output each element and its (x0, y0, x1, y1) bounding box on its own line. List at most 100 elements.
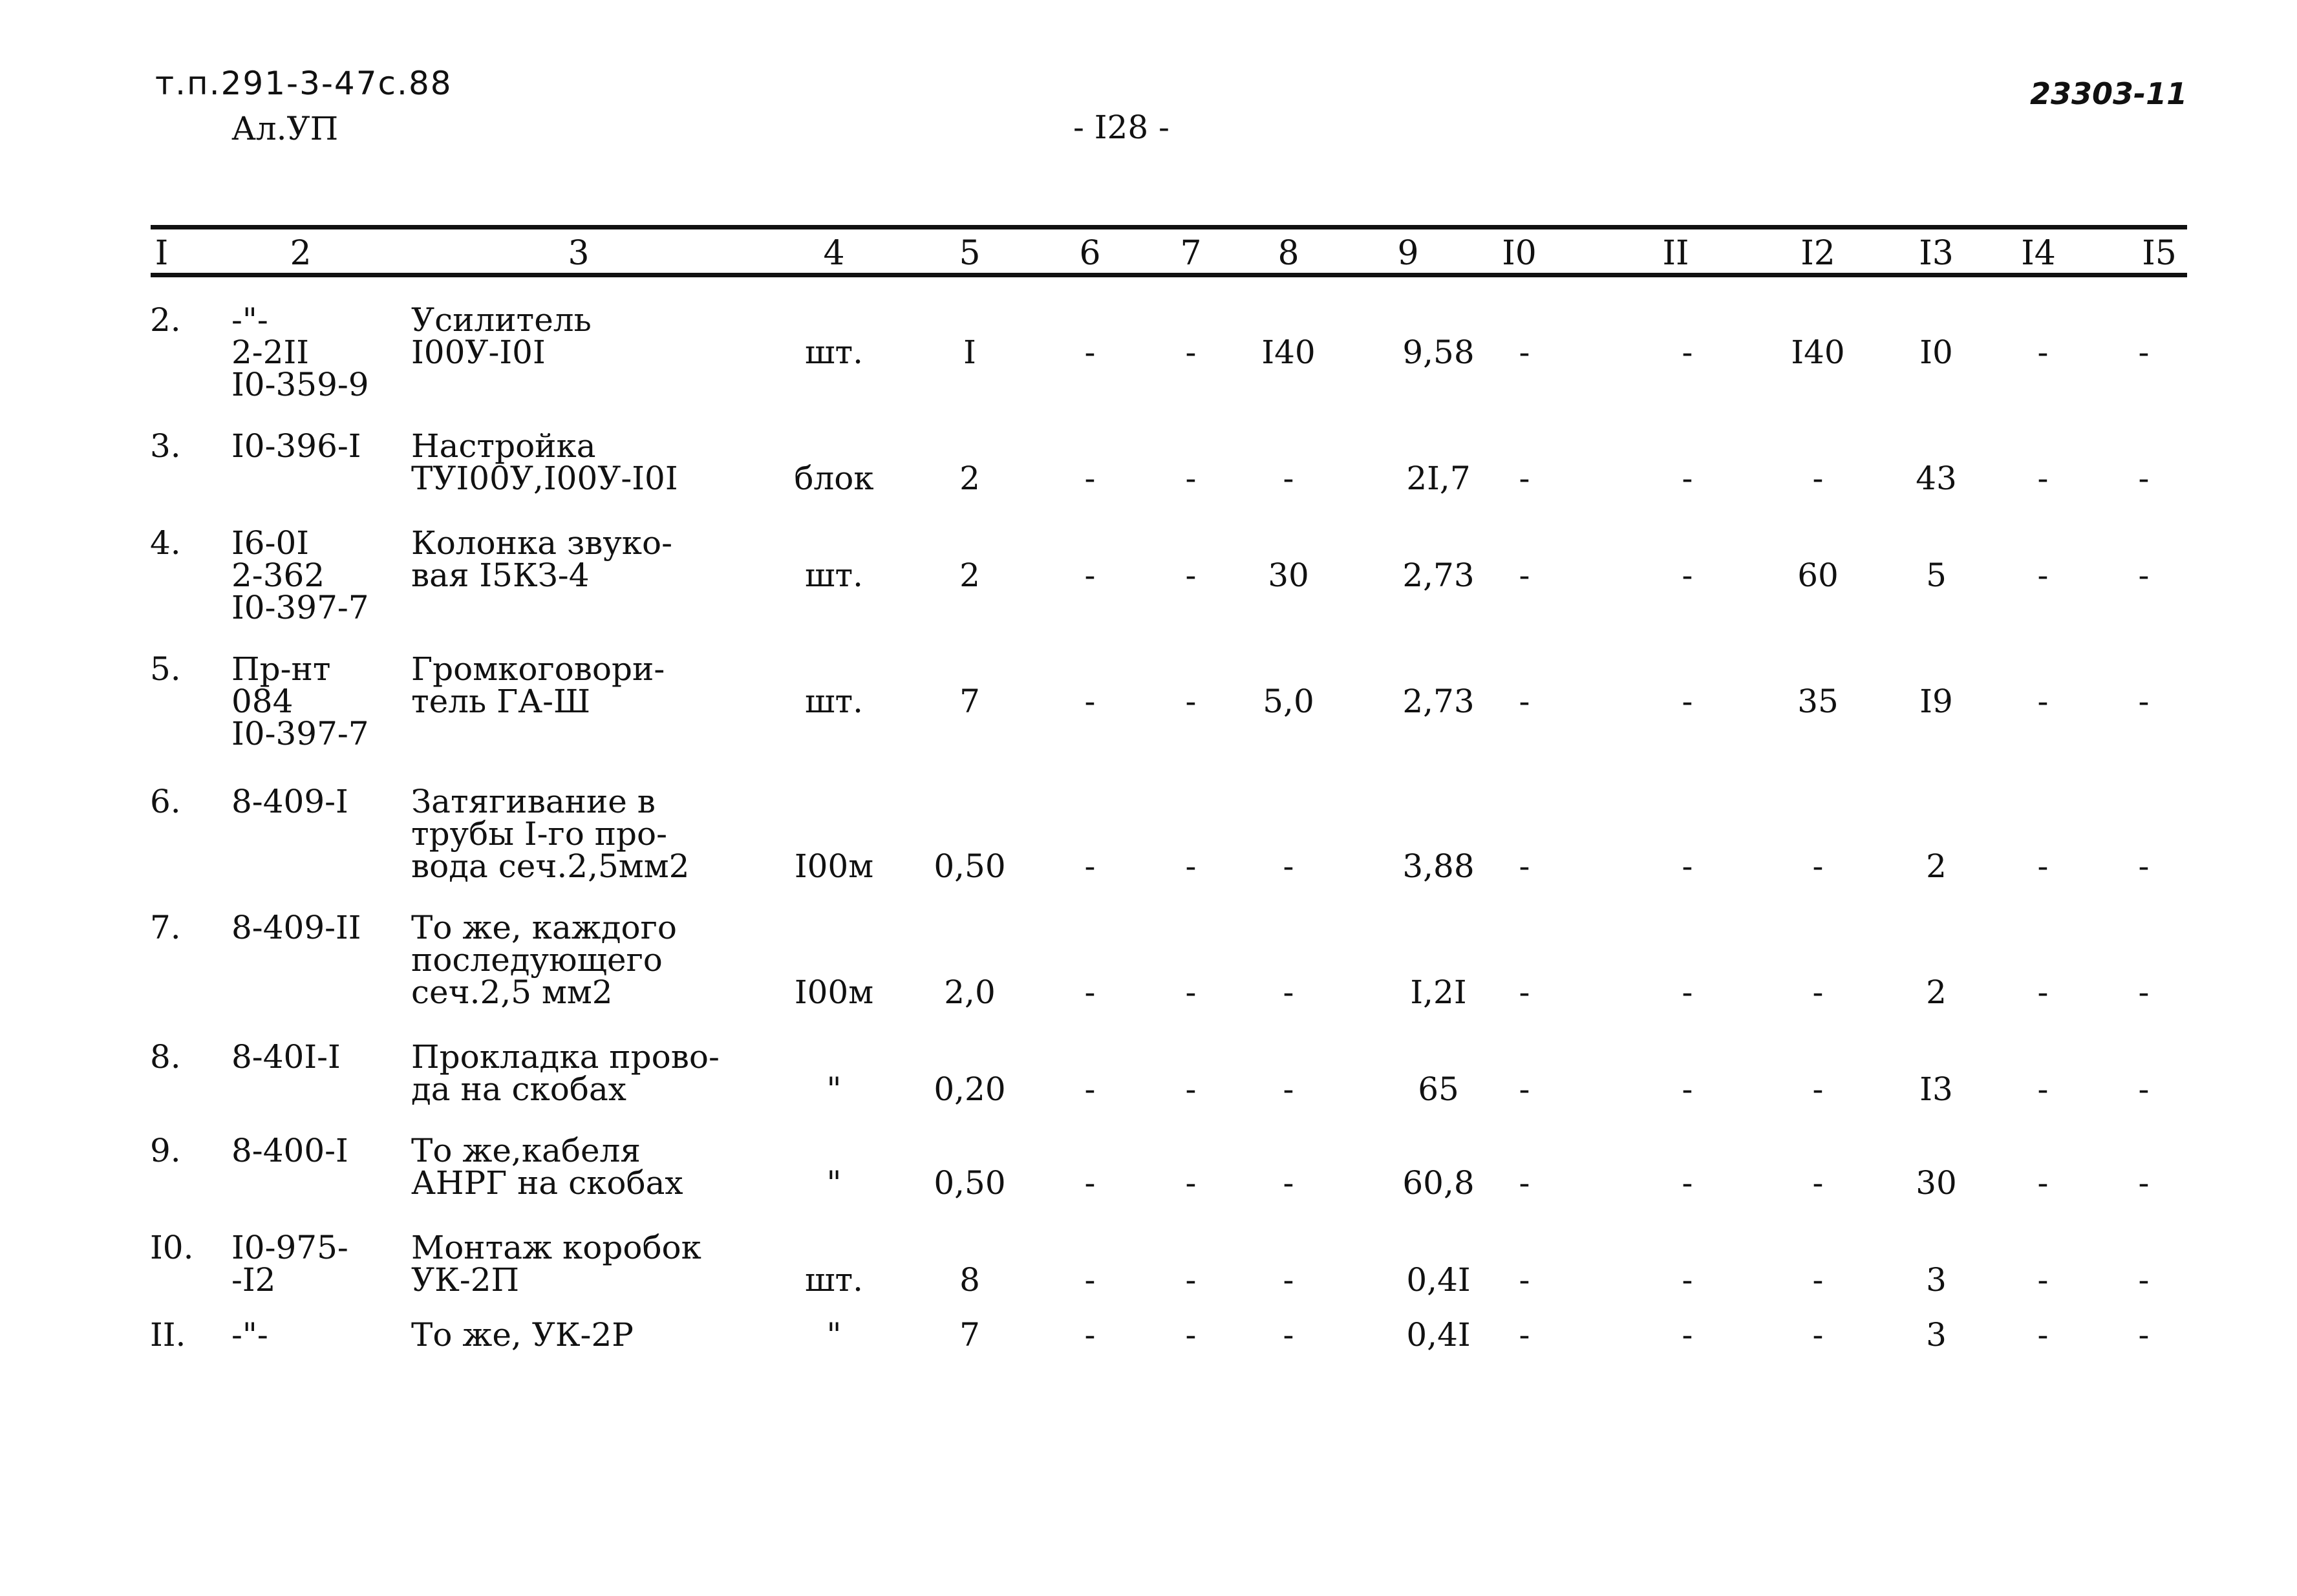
value-c9: 0,4I (1406, 1261, 1471, 1299)
value-c8: I40 (1261, 334, 1316, 371)
value-c8: - (1283, 974, 1294, 1011)
value-c7: - (1185, 334, 1197, 371)
value-c15: - (2138, 847, 2150, 885)
value-c13: I0 (1919, 334, 1953, 371)
value-c11: - (1682, 460, 1693, 497)
value-c13: 5 (1926, 557, 1947, 594)
value-c5: 0,50 (934, 847, 1006, 885)
inventory-stamp: 23303-11 (2030, 76, 2188, 111)
value-c8: 5,0 (1263, 683, 1314, 720)
value-c9: I,2I (1410, 974, 1467, 1011)
norm-code: 8-40I-I (231, 1038, 341, 1076)
value-c5: 0,50 (934, 1164, 1006, 1202)
value-c7: - (1185, 683, 1197, 720)
value-c13: 30 (1916, 1164, 1957, 1202)
value-c7: - (1185, 460, 1197, 497)
value-c9: 2,73 (1402, 557, 1475, 594)
row-number: 6. (150, 783, 181, 820)
value-c9: 65 (1418, 1070, 1459, 1108)
column-header-13: I3 (1919, 234, 1954, 273)
value-c15: - (2138, 460, 2150, 497)
norm-code: -"- (231, 1316, 268, 1354)
document-code: т.п.291-3-47с.88 (155, 65, 453, 102)
value-c15: - (2138, 334, 2150, 371)
unit-of-measure: шт. (804, 557, 864, 594)
value-c10: - (1519, 1070, 1530, 1108)
row-number: 5. (150, 650, 181, 688)
value-c14: - (2037, 847, 2049, 885)
row-number: 9. (150, 1132, 181, 1169)
column-header-12: I2 (1800, 234, 1835, 273)
value-c6: - (1084, 1261, 1096, 1299)
column-header-5: 5 (959, 234, 981, 273)
value-c5: 8 (959, 1261, 980, 1299)
column-header-6: 6 (1079, 234, 1101, 273)
work-description: сеч.2,5 мм2 (411, 974, 613, 1011)
album-label: Ал.УП (231, 110, 339, 147)
value-c5: 7 (959, 1316, 980, 1354)
value-c6: - (1084, 334, 1096, 371)
value-c8: - (1283, 1070, 1294, 1108)
work-description: Прокладка прово- (411, 1038, 720, 1076)
value-c13: I3 (1919, 1070, 1953, 1108)
value-c10: - (1519, 974, 1530, 1011)
value-c9: 9,58 (1402, 334, 1475, 371)
value-c12: - (1812, 1261, 1824, 1299)
row-number: 3. (150, 427, 181, 465)
value-c11: - (1682, 1070, 1693, 1108)
work-description: последующего (411, 941, 663, 979)
norm-code: 084 (231, 683, 294, 720)
value-c7: - (1185, 847, 1197, 885)
unit-of-measure: I00м (794, 974, 874, 1011)
value-c7: - (1185, 1316, 1197, 1354)
unit-of-measure: " (826, 1164, 842, 1202)
value-c5: I (963, 334, 976, 371)
table-header-top-rule (151, 225, 2187, 229)
work-description: тель ГА-Ш (411, 683, 591, 720)
value-c6: - (1084, 1164, 1096, 1202)
value-c10: - (1519, 683, 1530, 720)
value-c9: 60,8 (1402, 1164, 1475, 1202)
value-c10: - (1519, 460, 1530, 497)
value-c11: - (1682, 974, 1693, 1011)
value-c9: 3,88 (1402, 847, 1475, 885)
value-c15: - (2138, 683, 2150, 720)
work-description: Усилитель (411, 301, 592, 339)
value-c15: - (2138, 1316, 2150, 1354)
value-c13: I9 (1919, 683, 1953, 720)
column-header-14: I4 (2021, 234, 2056, 273)
work-description: трубы I-го про- (411, 815, 668, 853)
norm-code: 2-362 (231, 557, 325, 594)
value-c8: 30 (1268, 557, 1309, 594)
norm-code: I0-397-7 (231, 589, 369, 626)
unit-of-measure: шт. (804, 683, 864, 720)
page-number: - I28 - (1073, 109, 1170, 146)
norm-code: I0-975- (231, 1229, 348, 1266)
value-c9: 2I,7 (1406, 460, 1471, 497)
value-c5: 2,0 (944, 974, 996, 1011)
column-header-3: 3 (568, 234, 590, 273)
work-description: ТУI00У,I00У-I0I (411, 460, 678, 497)
value-c5: 2 (959, 557, 980, 594)
value-c13: 2 (1926, 847, 1947, 885)
value-c14: - (2037, 334, 2049, 371)
value-c14: - (2037, 557, 2049, 594)
value-c12: - (1812, 974, 1824, 1011)
value-c14: - (2037, 1070, 2049, 1108)
norm-code: Пр-нт (231, 650, 331, 688)
value-c12: 35 (1797, 683, 1839, 720)
value-c8: - (1283, 460, 1294, 497)
value-c11: - (1682, 1164, 1693, 1202)
value-c6: - (1084, 1070, 1096, 1108)
value-c7: - (1185, 1164, 1197, 1202)
value-c7: - (1185, 1261, 1197, 1299)
work-description: АНРГ на скобах (411, 1164, 683, 1202)
value-c11: - (1682, 683, 1693, 720)
unit-of-measure: " (826, 1070, 842, 1108)
norm-code: 2-2II (231, 334, 310, 371)
norm-code: -I2 (231, 1261, 276, 1299)
value-c14: - (2037, 683, 2049, 720)
value-c8: - (1283, 1164, 1294, 1202)
column-header-15: I5 (2142, 234, 2177, 273)
value-c15: - (2138, 1261, 2150, 1299)
